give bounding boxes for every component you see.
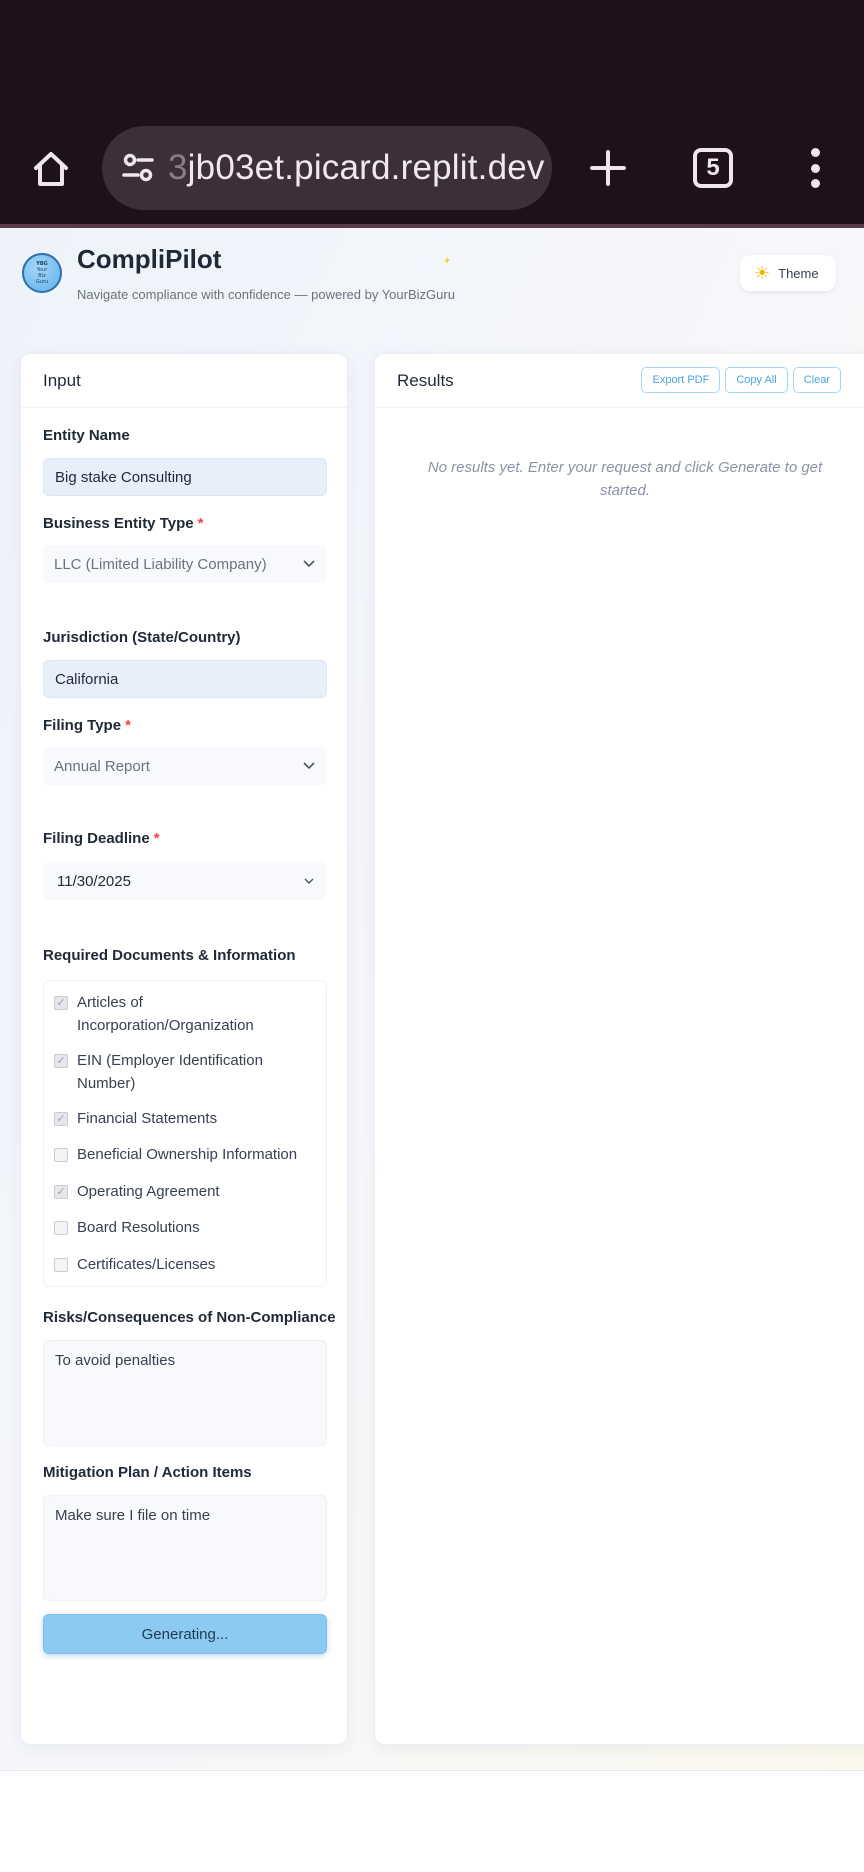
- sun-icon: ☀: [754, 263, 771, 283]
- mitigation-label: Mitigation Plan / Action Items: [43, 1464, 252, 1481]
- home-icon[interactable]: [22, 140, 80, 198]
- tabs-icon[interactable]: 5: [693, 148, 733, 188]
- jurisdiction-label: Jurisdiction (State/Country): [43, 629, 241, 646]
- document-item-financials[interactable]: ✓ Financial Statements: [54, 1107, 316, 1130]
- app-tagline: Navigate compliance with confidence — po…: [77, 287, 455, 302]
- filing-deadline-value: 11/30/2025: [57, 872, 131, 890]
- document-item-beneficial-ownership[interactable]: Beneficial Ownership Information: [54, 1143, 316, 1166]
- filing-type-label: Filing Type *: [43, 717, 131, 734]
- export-pdf-button[interactable]: Export PDF: [641, 367, 721, 393]
- entity-type-label: Business Entity Type *: [43, 515, 204, 532]
- results-panel: Results Export PDF Copy All Clear No res…: [374, 353, 864, 1745]
- input-panel: Input Entity Name Big stake Consulting B…: [20, 353, 348, 1745]
- app-page: YBG Your Biz Guru CompliPilot Navigate c…: [0, 228, 864, 1770]
- filing-deadline-label: Filing Deadline *: [43, 830, 160, 847]
- checkbox[interactable]: ✓: [54, 1054, 68, 1068]
- chevron-down-icon: [303, 875, 315, 887]
- theme-toggle-button[interactable]: ☀ Theme: [740, 255, 836, 291]
- risks-label: Risks/Consequences of Non-Compliance: [43, 1309, 336, 1326]
- checkbox[interactable]: [54, 1148, 68, 1162]
- document-item-ein[interactable]: ✓ EIN (Employer Identification Number): [54, 1049, 316, 1095]
- entity-name-input[interactable]: Big stake Consulting: [43, 458, 327, 496]
- results-empty-message: No results yet. Enter your request and c…: [427, 459, 823, 499]
- filing-type-select[interactable]: Annual Report: [43, 747, 327, 785]
- more-vert-icon[interactable]: [800, 140, 830, 196]
- results-actions: Export PDF Copy All Clear: [641, 367, 841, 393]
- document-item-articles[interactable]: ✓ Articles of Incorporation/Organization: [54, 991, 316, 1037]
- entity-type-value: LLC (Limited Liability Company): [54, 555, 267, 573]
- entity-type-select[interactable]: LLC (Limited Liability Company): [43, 545, 327, 583]
- checkbox[interactable]: ✓: [54, 996, 68, 1010]
- chevron-down-icon: [303, 558, 315, 570]
- checkbox[interactable]: [54, 1221, 68, 1235]
- clear-button[interactable]: Clear: [792, 367, 841, 393]
- generate-button[interactable]: Generating...: [43, 1614, 327, 1654]
- document-item-certificates[interactable]: Certificates/Licenses: [54, 1253, 316, 1276]
- document-item-operating-agreement[interactable]: ✓ Operating Agreement: [54, 1180, 316, 1203]
- copy-all-button[interactable]: Copy All: [725, 367, 788, 393]
- jurisdiction-input[interactable]: California: [43, 660, 327, 698]
- page-footer-area: [0, 1770, 864, 1872]
- checkbox[interactable]: ✓: [54, 1112, 68, 1126]
- checkbox[interactable]: [54, 1258, 68, 1272]
- documents-checklist: ✓ Articles of Incorporation/Organization…: [43, 980, 327, 1287]
- address-bar[interactable]: 3jb03et.picard.replit.dev: [102, 126, 552, 210]
- results-panel-header: Results Export PDF Copy All Clear: [375, 354, 864, 408]
- risks-textarea[interactable]: To avoid penalties: [43, 1340, 327, 1446]
- site-settings-icon[interactable]: [118, 148, 158, 188]
- app-logo: YBG Your Biz Guru: [22, 253, 62, 293]
- chevron-down-icon: [303, 760, 315, 772]
- results-panel-title: Results: [397, 370, 454, 390]
- sparkle-icon: ✦: [443, 256, 452, 267]
- app-title: CompliPilot: [77, 244, 222, 274]
- tab-count: 5: [706, 154, 720, 181]
- mitigation-textarea[interactable]: Make sure I file on time: [43, 1495, 327, 1601]
- theme-label: Theme: [778, 265, 819, 281]
- checkbox[interactable]: ✓: [54, 1185, 68, 1199]
- document-item-board-resolutions[interactable]: Board Resolutions: [54, 1216, 316, 1239]
- filing-type-value: Annual Report: [54, 757, 150, 775]
- documents-label: Required Documents & Information: [43, 947, 296, 964]
- filing-deadline-input[interactable]: 11/30/2025: [43, 862, 327, 900]
- plus-icon[interactable]: [580, 140, 636, 196]
- input-panel-title: Input: [21, 354, 347, 408]
- entity-name-label: Entity Name: [43, 427, 130, 444]
- url-text: 3jb03et.picard.replit.dev: [168, 148, 545, 187]
